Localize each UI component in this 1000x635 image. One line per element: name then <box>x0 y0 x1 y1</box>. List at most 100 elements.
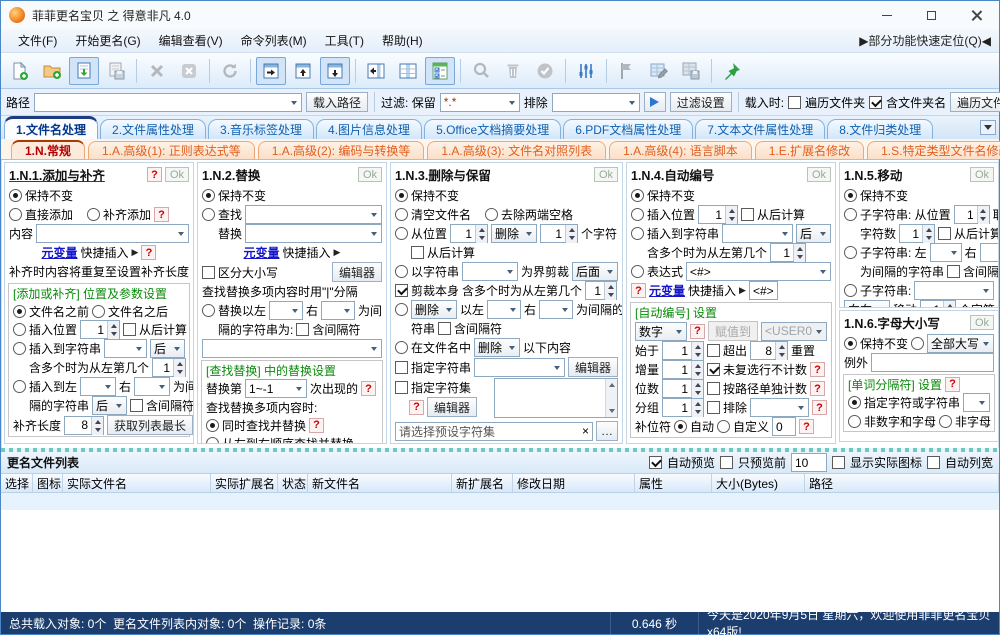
walk-file-list-button[interactable]: 遍历文件列表 <box>950 92 1000 112</box>
move-column-button[interactable] <box>361 57 391 85</box>
help-button[interactable]: ? <box>810 362 826 377</box>
substring-combo[interactable] <box>914 281 994 300</box>
radio-insert-between[interactable] <box>13 380 26 393</box>
position-after-combo[interactable]: 后 <box>150 339 185 358</box>
delete-mode-combo[interactable]: 删除 <box>474 338 521 357</box>
radio-insert-pos[interactable] <box>13 323 26 336</box>
radio-substring-between[interactable] <box>844 246 857 259</box>
tab-image-info[interactable]: 4.图片信息处理 <box>316 119 423 139</box>
help-button[interactable]: ? <box>690 323 705 339</box>
column-current-name[interactable]: 实际文件名 <box>63 474 211 492</box>
subtab-extension-modify[interactable]: 1.E.扩展名修改 <box>754 141 865 159</box>
radio-non-alnum[interactable] <box>848 414 861 428</box>
radio-insert-to-string[interactable] <box>13 342 26 355</box>
tab-office-summary[interactable]: 5.Office文档摘要处理 <box>424 119 562 139</box>
preset-charset-combo[interactable]: 请选择预设字符集 × <box>395 421 593 441</box>
delete-mode-combo[interactable]: 删除 <box>411 300 457 319</box>
subtab-advanced-4-script[interactable]: 1.A.高级(4): 语言脚本 <box>609 141 752 159</box>
right-sep-combo[interactable] <box>321 301 356 320</box>
pin-button[interactable] <box>717 57 747 85</box>
delete-mode-combo[interactable]: 删除 <box>491 224 538 243</box>
minimize-button[interactable] <box>864 1 909 29</box>
from-position-spinner[interactable]: 1 <box>450 224 489 243</box>
close-button[interactable] <box>954 1 999 29</box>
column-current-ext[interactable]: 实际扩展名 <box>211 474 278 492</box>
boundary-string-combo[interactable] <box>462 262 518 281</box>
substring-pos-spinner[interactable]: 1 <box>953 205 990 224</box>
tab-file-attributes[interactable]: 2.文件属性处理 <box>100 119 207 139</box>
start-spinner[interactable]: 1 <box>662 341 705 360</box>
multi-nth-spinner[interactable]: 1 <box>770 243 807 262</box>
remove-checked-button[interactable] <box>498 57 528 85</box>
preview-first-checkbox[interactable] <box>719 456 733 469</box>
quick-locate-link[interactable]: ▶部分功能快速定位(Q)◀ <box>859 32 991 49</box>
subtab-advanced-1-regex[interactable]: 1.A.高级(1): 正则表达式等 <box>88 141 255 159</box>
insert-string-combo[interactable] <box>722 224 793 243</box>
save-list-button[interactable] <box>101 57 131 85</box>
flag-button[interactable] <box>612 57 642 85</box>
radio-keep[interactable] <box>844 337 857 350</box>
radio-replace-between[interactable] <box>202 304 215 317</box>
column-attributes[interactable]: 属性 <box>635 474 712 492</box>
subtab-advanced-2-encoding[interactable]: 1.A.高级(2): 编码与转换等 <box>257 141 425 159</box>
column-status[interactable]: 状态 <box>278 474 308 492</box>
apply-filter-button[interactable] <box>643 92 666 112</box>
help-button[interactable]: ? <box>631 283 646 298</box>
radio-simultaneous[interactable] <box>206 418 219 432</box>
subtab-advanced-3-mapping-list[interactable]: 1.A.高级(3): 文件名对照列表 <box>427 141 607 159</box>
filter-settings-button[interactable]: 过滤设置 <box>669 92 732 112</box>
charset-checkbox[interactable] <box>395 381 408 394</box>
left-sep-combo[interactable] <box>487 300 522 319</box>
menu-start-rename[interactable]: 开始更名(G) <box>66 32 149 49</box>
help-button[interactable]: ? <box>154 207 170 222</box>
left-sep-combo[interactable] <box>929 243 962 262</box>
maximize-button[interactable] <box>909 1 954 29</box>
radio-case-mode[interactable] <box>911 337 925 350</box>
scrollbar[interactable] <box>605 379 617 417</box>
content-combo[interactable] <box>36 224 189 243</box>
find-combo[interactable] <box>245 205 382 224</box>
radio-in-filename[interactable] <box>395 341 408 354</box>
with-sep-checkbox[interactable] <box>947 265 961 278</box>
menu-tools[interactable]: 工具(T) <box>316 32 373 49</box>
with-sep-checkbox[interactable] <box>296 323 310 336</box>
over-spinner[interactable]: 8 <box>750 341 789 360</box>
radio-keep[interactable] <box>202 189 215 202</box>
case-mode-combo[interactable]: 全部大写 <box>927 334 994 353</box>
spec-string-combo[interactable] <box>474 357 565 377</box>
insert-pos-spinner[interactable]: 1 <box>80 320 121 339</box>
help-button[interactable]: ? <box>361 381 377 396</box>
ok-button[interactable]: Ok <box>969 315 994 330</box>
column-new-name[interactable]: 新文件名 <box>308 474 452 492</box>
radio-keep[interactable] <box>9 189 22 202</box>
edit-table-button[interactable] <box>644 57 674 85</box>
per-path-checkbox[interactable] <box>707 382 721 395</box>
load-path-button[interactable]: 载入路径 <box>306 92 369 112</box>
help-button[interactable]: ? <box>799 419 815 434</box>
metavar-link[interactable]: 元变量 <box>244 244 280 261</box>
panel-up-button[interactable] <box>288 57 318 85</box>
radio-insert-to-string[interactable] <box>631 227 644 240</box>
case-sensitive-checkbox[interactable] <box>202 265 215 279</box>
nth-combo[interactable]: 1~-1 <box>245 379 308 398</box>
radio-pad-custom[interactable] <box>717 420 731 433</box>
assign-var-combo[interactable]: <USER0> <box>761 321 827 341</box>
editor-button[interactable]: 编辑器 <box>567 357 618 377</box>
insert-pos-spinner[interactable]: 1 <box>698 205 739 224</box>
replace-combo[interactable] <box>245 224 382 243</box>
cut-self-checkbox[interactable] <box>395 284 408 297</box>
tab-file-classify[interactable]: 8.文件归类处理 <box>827 119 934 139</box>
auto-preview-checkbox[interactable] <box>648 456 662 469</box>
main-tabs-dropdown[interactable] <box>980 120 996 135</box>
radio-sequential[interactable] <box>206 436 219 443</box>
radio-substring-pos[interactable] <box>844 208 857 221</box>
radio-expression[interactable] <box>631 265 644 278</box>
radio-pad-add[interactable] <box>87 208 101 221</box>
check-list-button[interactable] <box>425 56 455 85</box>
menu-edit-view[interactable]: 编辑查看(V) <box>150 32 232 49</box>
file-table-body[interactable] <box>1 493 999 612</box>
include-folder-name-checkbox[interactable] <box>869 95 883 109</box>
column-select[interactable]: 选择 <box>1 474 33 492</box>
filter-exclude-combo[interactable] <box>551 92 640 112</box>
ok-button[interactable]: Ok <box>357 167 382 182</box>
